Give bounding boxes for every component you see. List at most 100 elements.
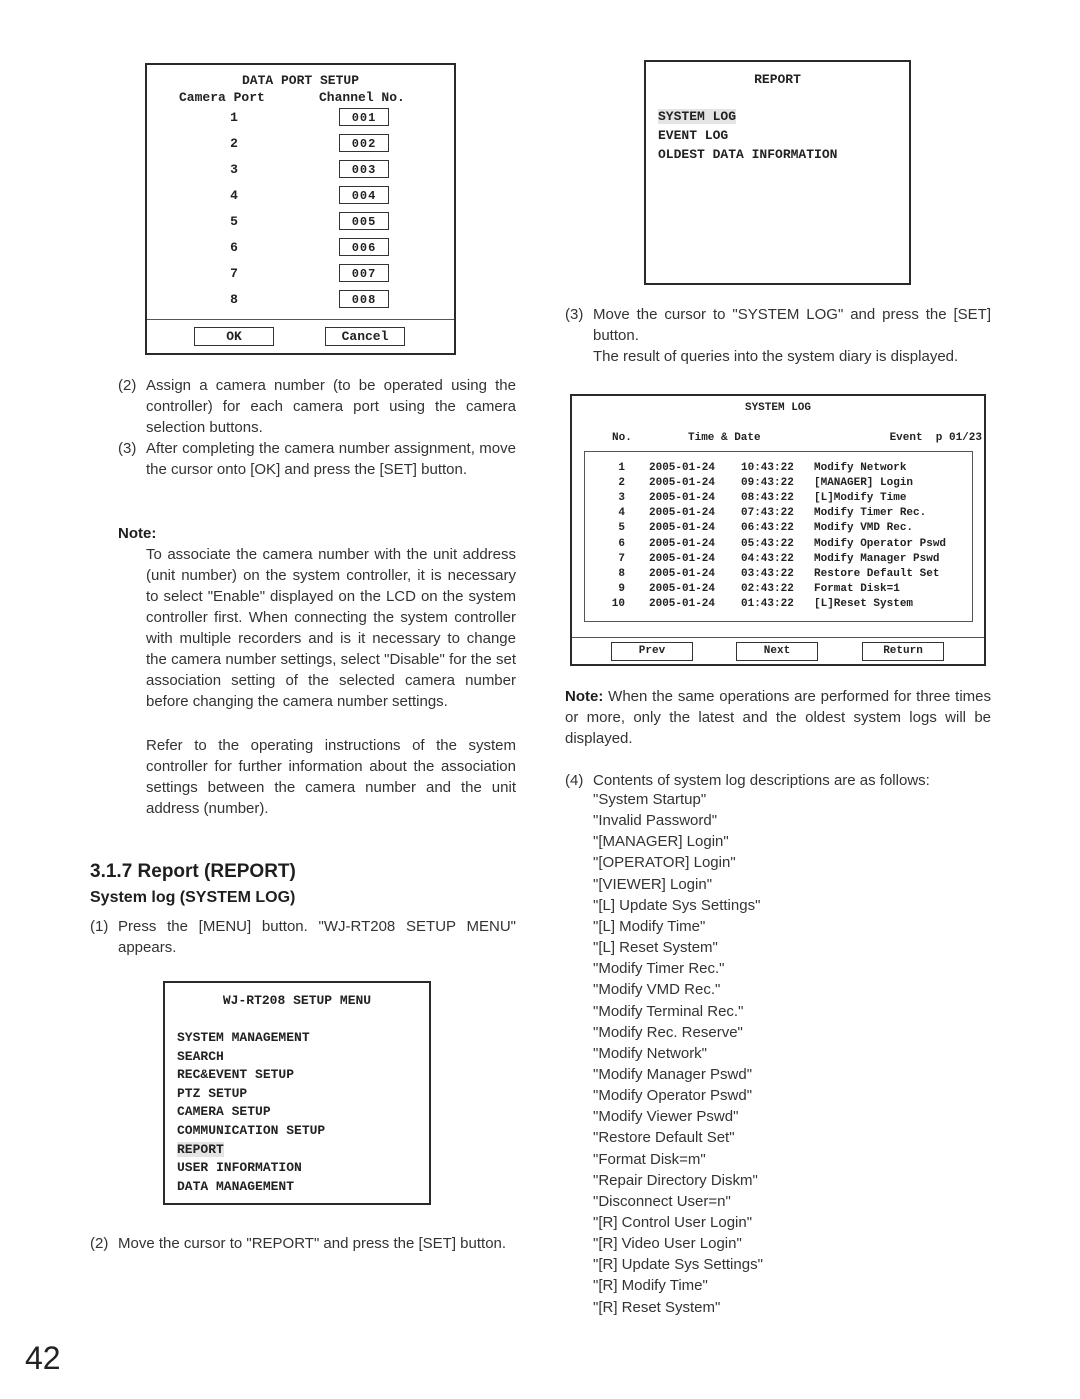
channel-number-field[interactable]: 006 [339, 238, 389, 256]
log-description-item: "Modify Viewer Pswd" [593, 1108, 739, 1126]
log-description-item: "[MANAGER] Login" [593, 833, 729, 851]
menu-item[interactable]: SEARCH [177, 1049, 224, 1064]
report-menu-item[interactable]: EVENT LOG [658, 128, 728, 143]
log-description-item: "Restore Default Set" [593, 1129, 735, 1147]
menu-item[interactable]: REPORT [177, 1141, 224, 1157]
log-event: Modify VMD Rec. [814, 522, 914, 535]
channel-no-header: Channel No. [319, 90, 405, 105]
log-number: 4 [618, 507, 625, 520]
note-text: When the same operations are performed f… [565, 688, 992, 747]
log-description-item: "Format Disk=m" [593, 1150, 706, 1168]
event-column-header: Event p 01/23 [890, 432, 982, 444]
report-menu-screen: REPORT SYSTEM LOG EVENT LOG OLDEST DATA IN… [644, 60, 911, 285]
system-log-title: SYSTEM LOG [744, 402, 811, 414]
port-row: 7 007 [147, 264, 454, 284]
camera-port-header: Camera Port [179, 90, 265, 105]
log-event: Modify Operator Pswd [814, 537, 947, 550]
log-description-item: "Modify Timer Rec." [593, 960, 725, 978]
log-number: 6 [618, 537, 625, 550]
note-three-times: Note: When the same operations are perfo… [565, 686, 991, 749]
event-label: Event [889, 432, 923, 444]
step-2-assign: (2) Assign a camera number (to be operat… [118, 375, 516, 438]
next-button[interactable]: Next [736, 642, 818, 661]
log-description-item: "Repair Directory Diskm" [593, 1171, 758, 1189]
note-label: Note: [118, 525, 157, 542]
prev-button[interactable]: Prev [611, 642, 693, 661]
step-number: (3) [565, 306, 584, 323]
log-time: 06:43:22 [741, 522, 794, 535]
log-date: 2005-01-24 [649, 597, 716, 610]
system-log-screen: SYSTEM LOG No. Time & Date Event p 01/23… [570, 394, 986, 666]
log-number: 5 [618, 522, 625, 535]
channel-number-field[interactable]: 001 [339, 108, 389, 126]
log-time: 04:43:22 [741, 552, 794, 565]
log-description-item: "Modify Operator Pswd" [593, 1087, 753, 1105]
log-date: 2005-01-24 [649, 507, 716, 520]
section-subheading: System log (SYSTEM LOG) [90, 889, 296, 906]
step-4-descriptions: (4) Contents of system log descriptions … [565, 770, 991, 791]
camera-port-number: 7 [230, 266, 238, 281]
note-label: Note: [565, 688, 604, 705]
divider [147, 319, 454, 320]
log-time: 05:43:22 [741, 537, 794, 550]
step-number: (3) [118, 440, 137, 457]
log-number: 10 [611, 597, 625, 610]
port-row: 1 001 [147, 108, 454, 128]
log-description-item: "System Startup" [593, 791, 707, 808]
channel-number-field[interactable]: 008 [339, 290, 389, 308]
log-description-item: "[OPERATOR] Login" [593, 854, 736, 872]
log-date: 2005-01-24 [649, 477, 716, 490]
cancel-button[interactable]: Cancel [325, 327, 405, 346]
log-date: 2005-01-24 [649, 462, 716, 474]
step-text: Assign a camera number (to be operated u… [146, 377, 516, 436]
log-event: Restore Default Set [814, 567, 940, 580]
step-2-report: (2) Move the cursor to "REPORT" and pres… [90, 1233, 516, 1254]
menu-item[interactable]: USER INFORMATION [177, 1160, 302, 1175]
port-row: 6 006 [147, 238, 454, 258]
menu-item[interactable]: SYSTEM MANAGEMENT [177, 1030, 310, 1045]
log-date: 2005-01-24 [649, 537, 716, 550]
channel-number-field[interactable]: 002 [339, 134, 389, 152]
camera-port-number: 8 [230, 292, 238, 307]
divider [572, 637, 984, 638]
menu-item[interactable]: COMMUNICATION SETUP [177, 1123, 325, 1138]
ok-button[interactable]: OK [194, 327, 274, 346]
log-event: [L]Modify Time [814, 492, 907, 505]
log-description-item: "Modify Terminal Rec." [593, 1002, 744, 1020]
channel-number-field[interactable]: 007 [339, 264, 389, 282]
channel-number-field[interactable]: 005 [339, 212, 389, 230]
log-date: 2005-01-24 [649, 552, 716, 565]
log-time: 10:43:22 [741, 462, 794, 474]
log-description-item: "Modify Rec. Reserve" [593, 1023, 743, 1041]
log-description-item: "[L] Update Sys Settings" [593, 896, 761, 914]
log-time: 03:43:22 [741, 567, 794, 580]
channel-number-field[interactable]: 004 [339, 186, 389, 204]
menu-item[interactable]: CAMERA SETUP [177, 1104, 271, 1119]
port-row: 8 008 [147, 290, 454, 310]
log-description-item: "[R] Video User Login" [593, 1235, 742, 1253]
step-text: Move the cursor to "REPORT" and press th… [118, 1235, 507, 1252]
menu-item[interactable]: PTZ SETUP [177, 1086, 247, 1101]
camera-port-number: 3 [230, 162, 238, 177]
log-description-item: "[L] Modify Time" [593, 917, 706, 935]
log-number: 7 [618, 552, 625, 565]
page-indicator: p 01/23 [935, 432, 982, 444]
channel-number-field[interactable]: 003 [339, 160, 389, 178]
setup-menu-screen: WJ-RT208 SETUP MENU SYSTEM MANAGEMENT SEA… [163, 981, 431, 1205]
report-menu-item[interactable]: SYSTEM LOG [658, 109, 737, 124]
log-description-item: "[R] Modify Time" [593, 1277, 708, 1295]
note-paragraph-2: Refer to the operating instructions of t… [146, 737, 516, 817]
log-description-item: "[R] Update Sys Settings" [593, 1256, 763, 1274]
step-number: (4) [565, 772, 584, 789]
log-date: 2005-01-24 [649, 582, 716, 595]
log-description-item: "[R] Reset System" [593, 1298, 721, 1316]
data-port-setup-title: DATA PORT SETUP [241, 73, 360, 88]
log-number: 3 [618, 492, 625, 505]
report-menu-item[interactable]: OLDEST DATA INFORMATION [658, 147, 837, 162]
port-row: 2 002 [147, 134, 454, 154]
return-button[interactable]: Return [862, 642, 944, 661]
report-menu-title: REPORT [754, 72, 801, 87]
menu-item[interactable]: DATA MANAGEMENT [177, 1179, 294, 1194]
camera-port-number: 2 [230, 136, 238, 151]
menu-item[interactable]: REC&EVENT SETUP [177, 1067, 294, 1082]
